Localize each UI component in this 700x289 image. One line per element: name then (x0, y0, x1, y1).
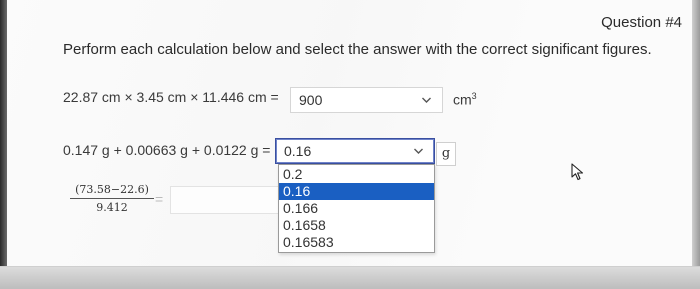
mouse-cursor-icon (571, 163, 585, 181)
problem1-answer-select[interactable]: 900 (290, 87, 443, 113)
problem1-unit-base: cm (453, 91, 472, 108)
chevron-down-icon (421, 88, 432, 121)
option-3[interactable]: 0.1658 (279, 217, 434, 234)
instructions-text: Perform each calculation below and selec… (63, 41, 652, 58)
screen-right-edge (692, 0, 700, 289)
option-2[interactable]: 0.166 (279, 200, 434, 217)
problem2-selected-value: 0.16 (284, 143, 312, 159)
problem1-selected-value: 900 (299, 92, 323, 108)
problem3-denominator: 9.412 (96, 201, 128, 214)
option-1-highlighted[interactable]: 0.16 (279, 183, 434, 200)
problem1-unit: cm3 (453, 91, 477, 108)
problem2-unit: g (436, 142, 456, 166)
problem2-options-list: 0.2 0.16 0.166 0.1658 0.16583 (278, 164, 435, 253)
quiz-screen: Question #4 Perform each calculation bel… (0, 0, 700, 289)
problem2-answer-select[interactable]: 0.16 (275, 138, 435, 164)
question-number: Question #4 (601, 14, 682, 31)
problem3-fraction: (73.58−22.6) 9.412 (70, 183, 154, 214)
option-4[interactable]: 0.16583 (279, 234, 434, 251)
problem3-numerator: (73.58−22.6) (70, 183, 154, 199)
problem3-equals: = (155, 191, 164, 207)
screen-left-edge (0, 0, 7, 289)
problem2-expression: 0.147 g + 0.00663 g + 0.0122 g = (63, 142, 271, 158)
problem3-answer-select[interactable] (170, 186, 280, 214)
problem1-expression: 22.87 cm × 3.45 cm × 11.446 cm = (63, 89, 279, 105)
screen-bottom-bezel (0, 266, 700, 289)
problem1-unit-exponent: 3 (471, 91, 477, 101)
option-0[interactable]: 0.2 (279, 166, 434, 183)
